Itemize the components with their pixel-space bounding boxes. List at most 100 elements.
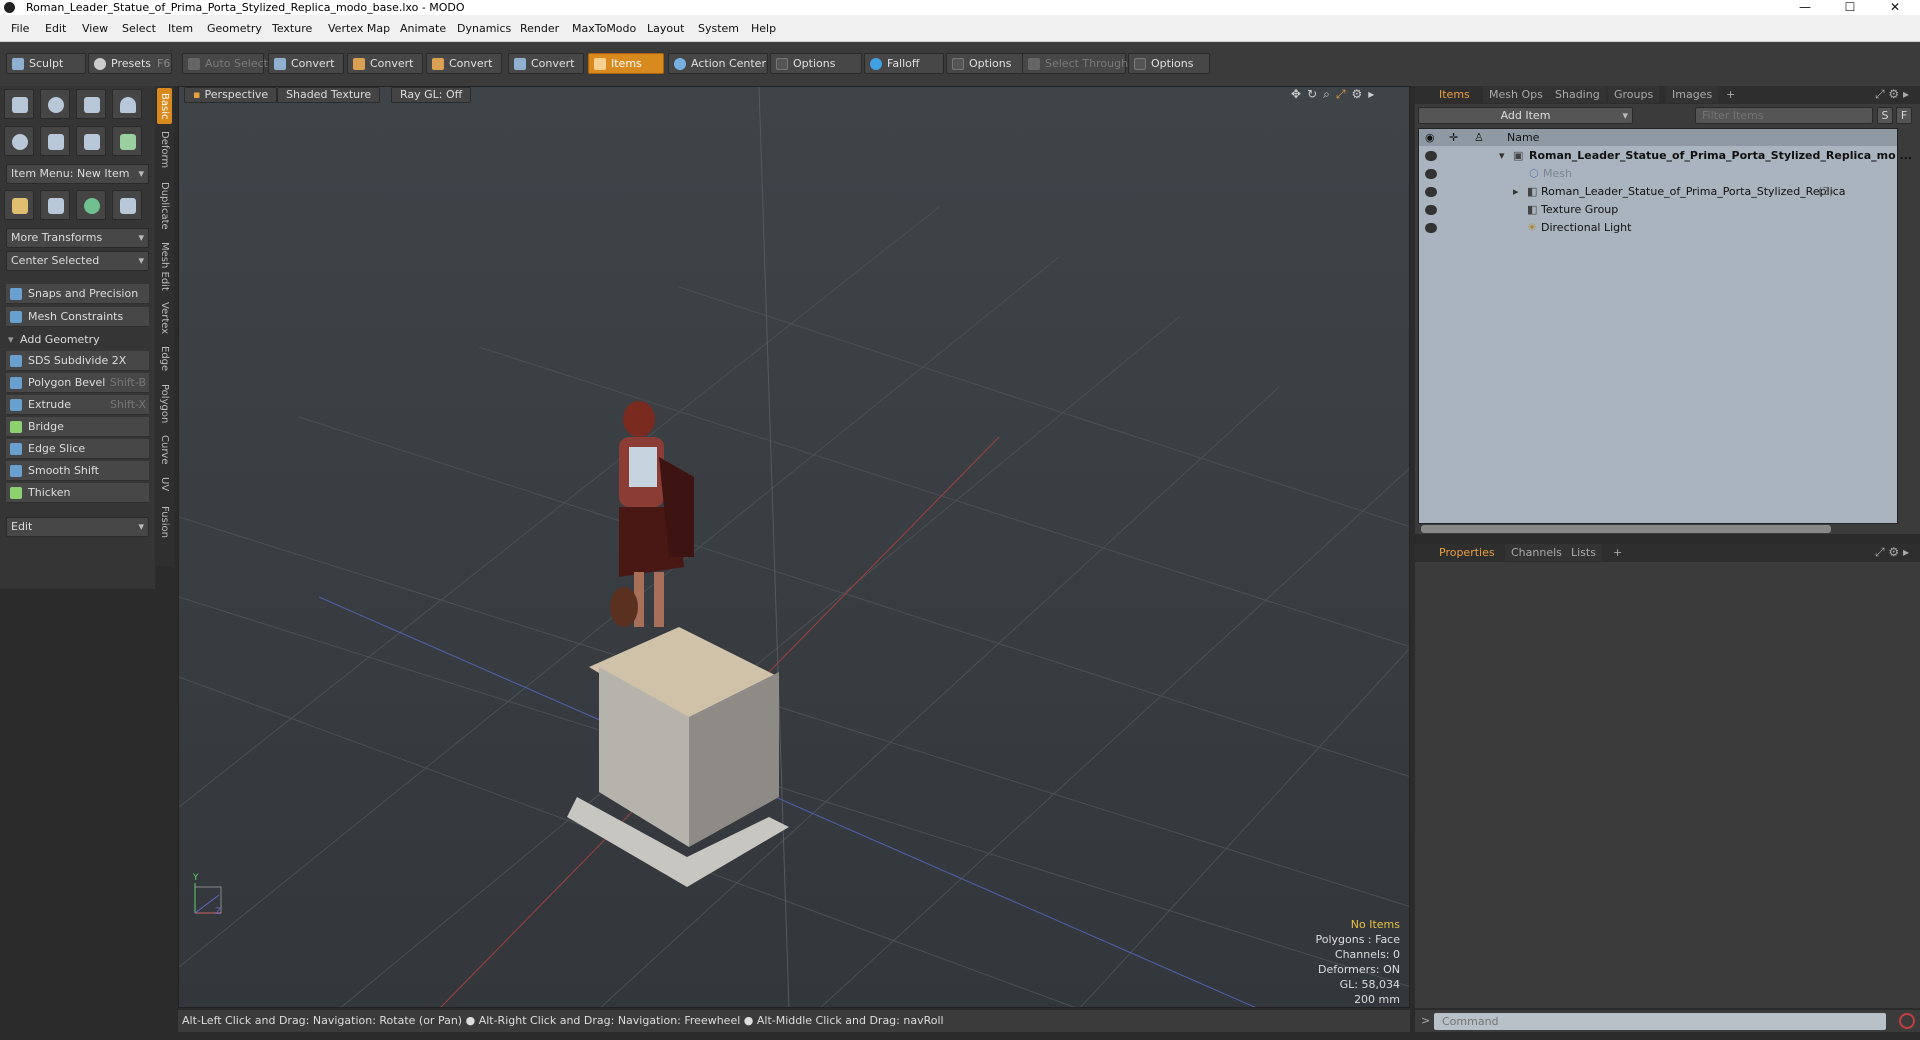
add-item-dropdown[interactable]: Add Item ▾ — [1418, 107, 1633, 124]
horizontal-scrollbar[interactable] — [1421, 525, 1831, 533]
tab-mesh-edit[interactable]: Mesh Edit — [157, 238, 172, 294]
tab-edge[interactable]: Edge — [157, 342, 172, 376]
sds-subdivide-button[interactable]: SDS Subdivide 2X — [6, 351, 149, 371]
list-item[interactable]: ☀ Directional Light — [1419, 219, 1899, 237]
tab-duplicate[interactable]: Duplicate — [157, 178, 172, 234]
tab-fusion[interactable]: Fusion — [157, 502, 172, 542]
action-center-options-button[interactable]: Options — [770, 53, 862, 74]
menu-layout[interactable]: Layout — [647, 22, 684, 35]
center-selected-dropdown[interactable]: Center Selected — [6, 251, 149, 271]
tab-mesh-ops[interactable]: Mesh Ops — [1483, 86, 1549, 103]
list-item[interactable]: ◧ Texture Group — [1419, 201, 1899, 219]
extrude-button[interactable]: Extrude Shift-X — [6, 395, 149, 415]
edit-dropdown[interactable]: Edit — [6, 517, 149, 537]
cube-primitive-button[interactable] — [4, 89, 34, 119]
panel-settings-icons[interactable]: ⤢ ⚙ ▸ — [1875, 545, 1909, 560]
visibility-eye-icon[interactable] — [1425, 151, 1437, 161]
text-tool-button[interactable] — [112, 126, 142, 156]
filter-s-button[interactable]: S — [1877, 107, 1893, 124]
transform-button[interactable] — [4, 190, 34, 220]
select-options-button[interactable]: Options — [1128, 53, 1210, 74]
maximize-view-icon[interactable]: ⤢ — [1336, 87, 1352, 101]
tab-polygon[interactable]: Polygon — [157, 380, 172, 428]
falloff-button[interactable]: Falloff — [864, 53, 944, 74]
convert-edges-button[interactable]: Convert — [347, 53, 423, 74]
record-icon[interactable] — [1899, 1013, 1915, 1029]
thicken-button[interactable]: Thicken — [6, 483, 149, 503]
minimize-button[interactable]: — — [1785, 0, 1825, 15]
cone-primitive-button[interactable] — [112, 89, 142, 119]
convert-polygons-button[interactable]: Convert — [426, 53, 502, 74]
item-menu-dropdown[interactable]: Item Menu: New Item — [6, 164, 149, 184]
visibility-eye-icon[interactable] — [1425, 169, 1437, 179]
menu-maxtomodo[interactable]: MaxToModo — [572, 22, 636, 35]
tab-items[interactable]: Items — [1433, 86, 1476, 103]
sculpt-button[interactable]: Sculpt — [6, 53, 86, 74]
visibility-eye-icon[interactable] — [1425, 187, 1437, 197]
maximize-button[interactable]: ☐ — [1830, 0, 1870, 15]
gear-icon[interactable]: ⚙ — [1351, 87, 1368, 101]
add-tab-button[interactable]: + — [1607, 544, 1628, 561]
close-button[interactable]: ✕ — [1875, 0, 1915, 15]
tab-channels[interactable]: Channels — [1505, 544, 1568, 561]
polygon-bevel-button[interactable]: Polygon Bevel Shift-B — [6, 373, 149, 393]
edge-slice-button[interactable]: Edge Slice — [6, 439, 149, 459]
convert-vertices-button[interactable]: Convert — [268, 53, 344, 74]
tab-deform[interactable]: Deform — [157, 128, 172, 172]
list-item[interactable]: ▸ ◧ Roman_Leader_Statue_of_Prima_Porta_S… — [1419, 183, 1899, 201]
expand-arrow-icon[interactable]: ▸ — [1368, 87, 1380, 101]
convert-items-button[interactable]: Convert — [508, 53, 584, 74]
visibility-eye-icon[interactable] — [1425, 205, 1437, 215]
tab-vertex[interactable]: Vertex — [157, 298, 172, 338]
tab-uv[interactable]: UV — [157, 472, 172, 496]
list-item[interactable]: ⬡ Mesh — [1419, 165, 1899, 183]
action-center-button[interactable]: Action Center — [668, 53, 768, 74]
globe-button[interactable] — [76, 190, 106, 220]
grid-button[interactable] — [40, 190, 70, 220]
list-item[interactable]: ▾ ▣ Roman_Leader_Statue_of_Prima_Porta_S… — [1419, 147, 1912, 165]
menu-view[interactable]: View — [82, 22, 108, 35]
pyramid-button[interactable] — [112, 190, 142, 220]
menu-vertex-map[interactable]: Vertex Map — [328, 22, 390, 35]
item-list[interactable]: ◉ ✛ ♙ Name ▾ ▣ Roman_Leader_Statue_of_Pr… — [1418, 128, 1912, 533]
menu-item[interactable]: Item — [168, 22, 193, 35]
add-geometry-section[interactable]: ▾ Add Geometry — [6, 331, 149, 349]
menu-render[interactable]: Render — [520, 22, 559, 35]
menu-dynamics[interactable]: Dynamics — [457, 22, 511, 35]
menu-help[interactable]: Help — [751, 22, 776, 35]
zoom-icon[interactable]: ⌕ — [1323, 87, 1336, 101]
filter-items-input[interactable] — [1695, 107, 1873, 124]
pan-icon[interactable]: ✥ — [1291, 87, 1307, 101]
capsule-primitive-button[interactable] — [40, 126, 70, 156]
auto-select-button[interactable]: Auto Select — [182, 53, 268, 74]
menu-animate[interactable]: Animate — [400, 22, 446, 35]
tab-basic[interactable]: Basic — [157, 88, 172, 124]
expand-arrow-icon[interactable]: ▾ — [1499, 147, 1505, 165]
snaps-precision-button[interactable]: Snaps and Precision — [6, 284, 149, 304]
menu-select[interactable]: Select — [122, 22, 156, 35]
tab-images[interactable]: Images — [1666, 86, 1719, 103]
name-column-header[interactable]: Name — [1507, 129, 1539, 146]
tab-groups[interactable]: Groups — [1608, 86, 1660, 103]
menu-geometry[interactable]: Geometry — [207, 22, 262, 35]
add-tab-button[interactable]: + — [1720, 86, 1741, 103]
items-mode-button[interactable]: Items — [588, 53, 664, 74]
panel-settings-icons[interactable]: ⤢ ⚙ ▸ — [1875, 87, 1909, 102]
raygl-button[interactable]: Ray GL: Off — [391, 87, 472, 103]
pen-tool-button[interactable] — [76, 126, 106, 156]
more-transforms-dropdown[interactable]: More Transforms — [6, 228, 149, 248]
menu-edit[interactable]: Edit — [45, 22, 66, 35]
shading-button[interactable]: Shaded Texture — [277, 87, 381, 103]
menu-texture[interactable]: Texture — [272, 22, 312, 35]
bridge-button[interactable]: Bridge — [6, 417, 149, 437]
select-through-button[interactable]: Select Through — [1022, 53, 1128, 74]
torus-primitive-button[interactable] — [4, 126, 34, 156]
presets-button[interactable]: Presets F6 — [88, 53, 172, 74]
menu-file[interactable]: File — [11, 22, 29, 35]
tab-properties[interactable]: Properties — [1433, 544, 1501, 561]
visibility-eye-icon[interactable] — [1425, 223, 1437, 233]
tab-lists[interactable]: Lists — [1565, 544, 1602, 561]
smooth-shift-button[interactable]: Smooth Shift — [6, 461, 149, 481]
sphere-primitive-button[interactable] — [40, 89, 70, 119]
tab-curve[interactable]: Curve — [157, 432, 172, 468]
